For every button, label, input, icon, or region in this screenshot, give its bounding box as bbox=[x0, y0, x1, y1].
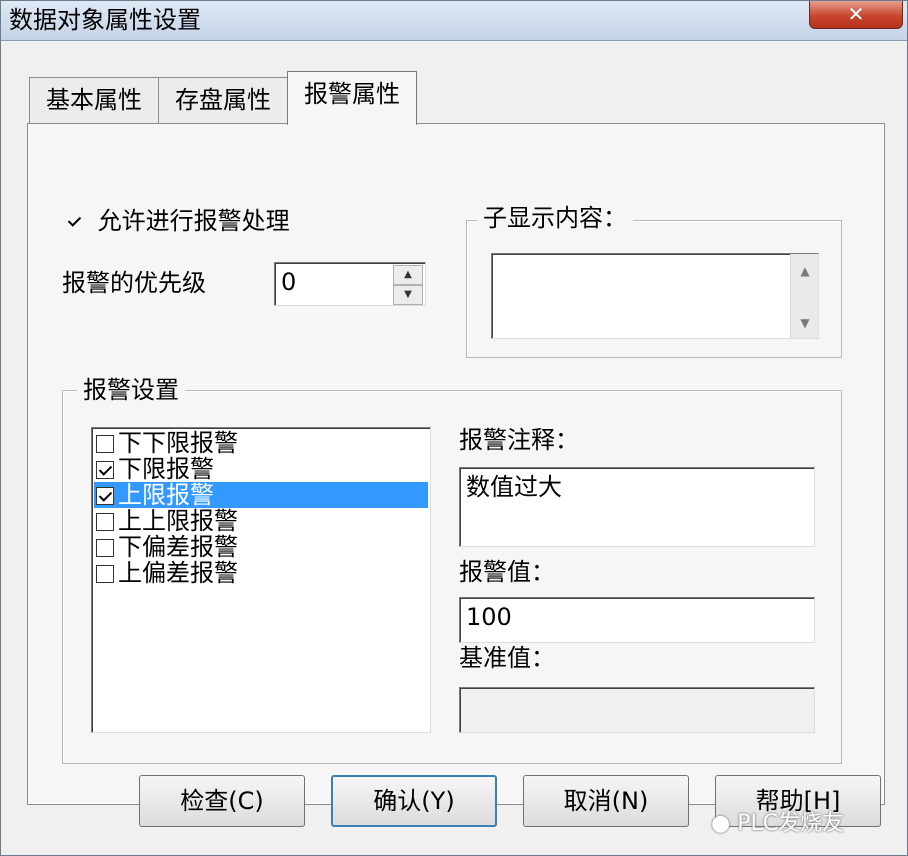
list-item-upper-alarm[interactable]: 上限报警 bbox=[94, 482, 428, 508]
cancel-button[interactable]: 取消(N) bbox=[523, 775, 689, 827]
sub-display-textarea[interactable]: ▲ ▼ bbox=[491, 253, 819, 339]
checkbox-unchecked-icon[interactable] bbox=[96, 513, 114, 531]
tab-label: 存盘属性 bbox=[175, 86, 271, 114]
watermark-text: PLC发烧友 bbox=[737, 811, 845, 836]
checkbox-unchecked-icon[interactable] bbox=[96, 539, 114, 557]
base-value-field[interactable] bbox=[459, 687, 815, 733]
list-item-label: 下下限报警 bbox=[118, 429, 238, 457]
alarm-value-value: 100 bbox=[466, 603, 512, 631]
title-bar[interactable]: 数据对象属性设置 ✕ bbox=[1, 1, 907, 41]
list-item-lower-alarm[interactable]: 下限报警 bbox=[94, 456, 428, 482]
alarm-comment-value: 数值过大 bbox=[466, 473, 562, 501]
list-item-lower-deviation-alarm[interactable]: 下偏差报警 bbox=[94, 534, 428, 560]
alarm-enable-checkbox[interactable]: 允许进行报警处理 bbox=[66, 206, 290, 236]
priority-label: 报警的优先级 bbox=[62, 269, 206, 297]
alarm-comment-field[interactable]: 数值过大 bbox=[459, 467, 815, 547]
sub-display-group: 子显示内容： ▲ ▼ bbox=[466, 203, 842, 358]
watermark: ● PLC发烧友 bbox=[711, 805, 844, 837]
list-item-label: 上偏差报警 bbox=[118, 559, 238, 587]
spin-down-arrow-icon[interactable]: ▼ bbox=[393, 285, 423, 305]
check-button[interactable]: 检查(C) bbox=[139, 775, 305, 827]
list-item-upper-deviation-alarm[interactable]: 上偏差报警 bbox=[94, 560, 428, 586]
close-button[interactable]: ✕ bbox=[809, 1, 903, 29]
list-item-upper-upper-alarm[interactable]: 上上限报警 bbox=[94, 508, 428, 534]
scroll-down-icon[interactable]: ▼ bbox=[791, 310, 819, 336]
spin-up-arrow-icon[interactable]: ▲ bbox=[393, 265, 423, 285]
list-item-label: 上限报警 bbox=[118, 481, 214, 509]
priority-spinbox[interactable]: 0 ▲ ▼ bbox=[274, 262, 426, 306]
tab-panel-alarm: 允许进行报警处理 报警的优先级 0 ▲ ▼ 子显示内容： ▲ ▼ 报警设置 下下… bbox=[27, 123, 885, 805]
alarm-settings-title: 报警设置 bbox=[77, 375, 185, 405]
list-item-label: 下偏差报警 bbox=[118, 533, 238, 561]
alarm-value-label: 报警值： bbox=[459, 558, 555, 586]
dialog-client-area: 基本属性 存盘属性 报警属性 允许进行报警处理 报警的优先级 0 ▲ ▼ 子显示… bbox=[7, 47, 901, 851]
close-icon: ✕ bbox=[847, 2, 865, 26]
alarm-enable-label: 允许进行报警处理 bbox=[97, 207, 290, 235]
confirm-button[interactable]: 确认(Y) bbox=[331, 775, 497, 827]
checkbox-unchecked-icon[interactable] bbox=[96, 565, 114, 583]
tab-label: 基本属性 bbox=[46, 86, 142, 114]
checkbox-checked-icon[interactable] bbox=[96, 487, 114, 505]
alarm-type-list[interactable]: 下下限报警 下限报警 上限报警 上上限报警 下偏差报警 上偏差报警 bbox=[91, 427, 431, 733]
sub-display-scrollbar[interactable]: ▲ ▼ bbox=[790, 254, 818, 338]
alarm-settings-group: 报警设置 下下限报警 下限报警 上限报警 上上限报警 下偏差报警 上偏差报警 报… bbox=[62, 375, 842, 764]
sub-display-title: 子显示内容： bbox=[477, 203, 633, 233]
tab-alarm-properties[interactable]: 报警属性 bbox=[287, 71, 417, 125]
base-value-label: 基准值： bbox=[459, 644, 555, 672]
wechat-icon: ● bbox=[711, 811, 731, 836]
checkbox-checked-icon[interactable] bbox=[96, 461, 114, 479]
tab-storage-properties[interactable]: 存盘属性 bbox=[158, 77, 288, 125]
tab-basic-properties[interactable]: 基本属性 bbox=[29, 77, 159, 125]
window-title: 数据对象属性设置 bbox=[9, 6, 201, 34]
checkbox-checked-icon bbox=[66, 213, 84, 231]
checkbox-unchecked-icon[interactable] bbox=[96, 435, 114, 453]
list-item-label: 下限报警 bbox=[118, 455, 214, 483]
alarm-comment-label: 报警注释： bbox=[459, 426, 579, 454]
priority-value: 0 bbox=[281, 268, 297, 296]
alarm-value-field[interactable]: 100 bbox=[459, 597, 815, 643]
list-item-label: 上上限报警 bbox=[118, 507, 238, 535]
tab-label: 报警属性 bbox=[304, 80, 400, 108]
dialog-window: 数据对象属性设置 ✕ 基本属性 存盘属性 报警属性 允许进行报警处理 报警的优先… bbox=[0, 0, 908, 856]
list-item-lower-lower-alarm[interactable]: 下下限报警 bbox=[94, 430, 428, 456]
scroll-up-icon[interactable]: ▲ bbox=[791, 258, 819, 284]
